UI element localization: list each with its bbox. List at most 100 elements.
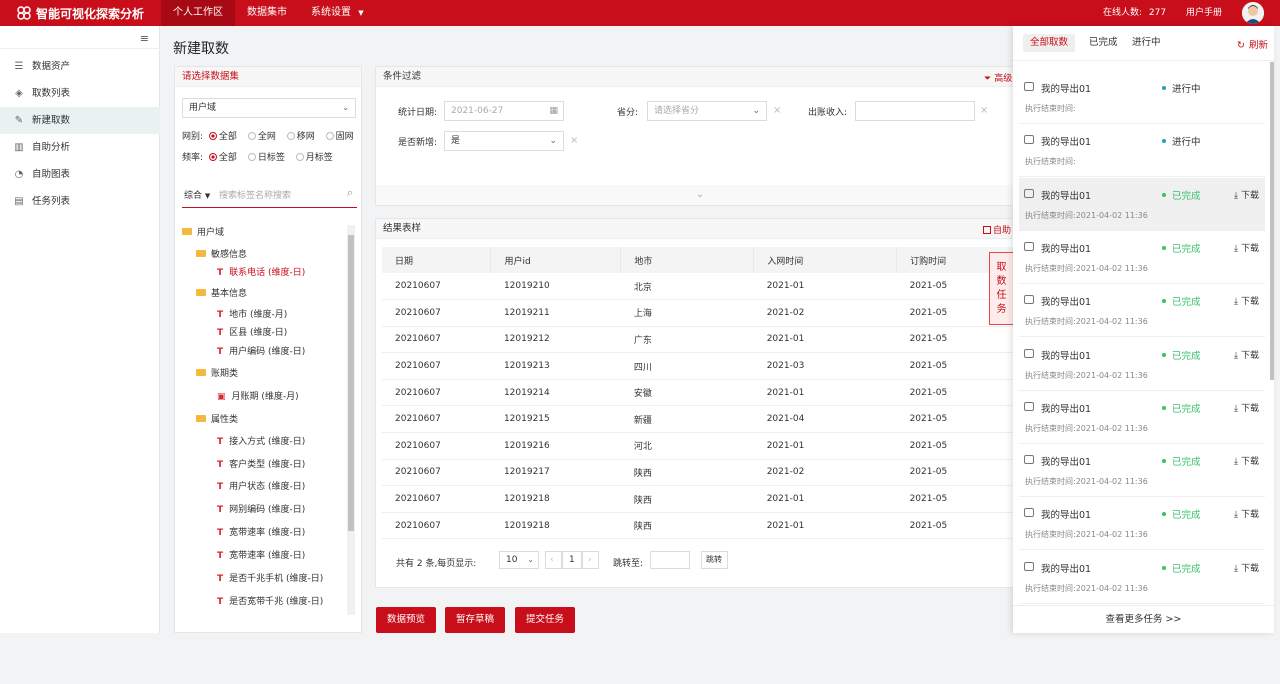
clear-new-icon[interactable]: × [570, 135, 578, 146]
sidebar-item-self-analysis[interactable]: ▥ 自助分析 [0, 134, 160, 161]
task-item[interactable]: 我的导出01 进行中 执行结束时间: [1019, 124, 1265, 178]
folder-icon [196, 369, 206, 376]
fetch-task-side-tab[interactable]: 取数任务 [989, 252, 1013, 325]
task-item[interactable]: 我的导出01 已完成 ⤓ 下载 执行结束时间:2021-04-02 11:36 [1019, 177, 1265, 231]
task-end-time: 执行结束时间:2021-04-02 11:36 [1025, 583, 1148, 594]
tree-root[interactable]: 用户域 [182, 225, 224, 238]
refresh-button[interactable]: ↻ 刷新 [1237, 37, 1268, 51]
net-option-whole[interactable]: 全网 [247, 132, 276, 142]
app-logo[interactable]: 智能可视化探索分析 [16, 4, 144, 22]
sidebar-item-self-charts[interactable]: ◔ 自助图表 [0, 161, 160, 188]
task-item[interactable]: 我的导出01 已完成 ⤓ 下载 执行结束时间:2021-04-02 11:36 [1019, 231, 1265, 284]
download-button[interactable]: ⤓ 下载 [1234, 241, 1259, 254]
net-option-all[interactable]: 全部 [208, 132, 237, 142]
tab-in-progress[interactable]: 进行中 [1125, 34, 1168, 52]
income-input[interactable] [855, 101, 975, 121]
download-button[interactable]: ⤓ 下载 [1234, 188, 1259, 201]
task-item[interactable]: 我的导出01 已完成 ⤓ 下载 执行结束时间:2021-04-02 11:36 [1019, 444, 1265, 498]
net-option-mobile[interactable]: 移网 [286, 132, 315, 142]
download-button[interactable]: ⤓ 下载 [1234, 294, 1259, 307]
scrollbar-thumb[interactable] [348, 235, 354, 531]
tree-leaf[interactable]: T 联系电话 (维度-日) [217, 265, 305, 278]
net-option-fixed[interactable]: 固网 [325, 132, 354, 142]
tree-leaf[interactable]: T 用户编码 (维度-日) [217, 344, 305, 357]
save-draft-button[interactable]: 暂存草稿 [445, 607, 506, 633]
task-item[interactable]: 我的导出01 已完成 ⤓ 下载 执行结束时间:2021-04-02 11:36 [1019, 497, 1265, 551]
task-status-label: 已完成 [1172, 190, 1201, 202]
tab-all-fetch[interactable]: 全部取数 [1023, 34, 1076, 52]
freq-option-day[interactable]: 日标签 [247, 153, 285, 163]
nav-data-market[interactable]: 数据集市 [235, 0, 299, 26]
sidebar-item-fetch-list[interactable]: ◈ 取数列表 [0, 80, 160, 107]
clear-income-icon[interactable]: × [980, 105, 988, 116]
tree-leaf[interactable]: T 网别编码 (维度-日) [217, 502, 305, 515]
menu-collapse-icon[interactable]: ≡ [140, 32, 149, 45]
task-item[interactable]: 我的导出01 已完成 ⤓ 下载 执行结束时间:2021-04-02 11:36 [1019, 391, 1265, 444]
tree-leaf[interactable]: T 是否宽带千兆 (维度-日) [217, 594, 323, 607]
sidebar-item-new-fetch[interactable]: ✎ 新建取数 [0, 107, 160, 134]
table-cell: 12019216 [490, 432, 621, 460]
page-size-select[interactable]: 10 ⌄ [499, 551, 539, 569]
prev-page-button[interactable]: ‹ [545, 551, 562, 569]
sidebar-item-data-assets[interactable]: ☰ 数据资产 [0, 53, 160, 80]
avatar[interactable] [1242, 2, 1264, 24]
tree-leaf[interactable]: T 宽带速率 (维度-日) [217, 525, 305, 538]
nav-system-settings[interactable]: 系统设置 ▼ [299, 0, 376, 26]
next-page-button[interactable]: › [582, 551, 599, 569]
tree-group[interactable]: 账期类 [196, 366, 238, 379]
user-manual-link[interactable]: 用户手册 [1186, 0, 1222, 26]
task-list-scrollbar[interactable] [1270, 62, 1274, 604]
download-button[interactable]: ⤓ 下载 [1234, 401, 1259, 414]
column-header[interactable]: 用户id [490, 247, 622, 273]
submit-task-button[interactable]: 提交任务 [515, 607, 576, 633]
tree-leaf[interactable]: ▣ 月账期 (维度-月) [217, 389, 299, 402]
tree-leaf[interactable]: T 接入方式 (维度-日) [217, 434, 305, 447]
tree-leaf[interactable]: T 地市 (维度-月) [217, 307, 287, 320]
tree-leaf[interactable]: T 客户类型 (维度-日) [217, 457, 305, 470]
nav-personal-workspace[interactable]: 个人工作区 [161, 0, 235, 26]
task-item[interactable]: 我的导出01 已完成 ⤓ 下载 执行结束时间:2021-04-02 11:36 [1019, 551, 1265, 604]
download-button[interactable]: ⤓ 下载 [1234, 454, 1259, 467]
search-input[interactable]: 搜索标签名称搜索 [219, 188, 291, 201]
scrollbar-thumb[interactable] [1270, 62, 1274, 380]
column-header[interactable]: 日期 [382, 247, 492, 273]
clear-province-icon[interactable]: × [773, 105, 781, 116]
tree-leaf[interactable]: T 是否千兆手机 (维度-日) [217, 571, 323, 584]
date-input[interactable]: 2021-06-27 ▦ [444, 101, 564, 121]
freq-option-month[interactable]: 月标签 [295, 153, 333, 163]
task-item[interactable]: 我的导出01 已完成 ⤓ 下载 执行结束时间:2021-04-02 11:36 [1019, 338, 1265, 391]
expand-filter-toggle[interactable]: ⌄ [376, 185, 1024, 205]
nav-system-settings-label: 系统设置 [311, 7, 351, 18]
search-scope-dropdown[interactable]: 综合 ▼ [184, 188, 210, 201]
preview-data-button[interactable]: 数据预览 [376, 607, 437, 633]
download-button[interactable]: ⤓ 下载 [1234, 348, 1259, 361]
task-item[interactable]: 我的导出01 已完成 ⤓ 下载 执行结束时间:2021-04-02 11:36 [1019, 284, 1265, 338]
tree-group[interactable]: 基本信息 [196, 286, 247, 299]
task-status: 进行中 [1162, 81, 1201, 95]
tree-leaf[interactable]: T 用户状态 (维度-日) [217, 479, 305, 492]
jump-page-input[interactable] [650, 551, 690, 569]
task-item[interactable]: 我的导出01 进行中 执行结束时间: [1019, 71, 1265, 124]
jump-button[interactable]: 跳转 [701, 551, 728, 569]
tree-group[interactable]: 敏感信息 [196, 247, 247, 260]
sidebar-item-task-list[interactable]: ▤ 任务列表 [0, 188, 160, 215]
download-button[interactable]: ⤓ 下载 [1234, 561, 1259, 574]
new-select[interactable]: 是 ⌄ [444, 131, 564, 151]
search-icon[interactable]: ⌕ [347, 186, 353, 200]
dataset-select[interactable]: 用户域 ⌄ [182, 98, 356, 118]
table-cell: 12019212 [490, 326, 621, 354]
column-header[interactable]: 地市 [620, 247, 755, 273]
freq-option-all[interactable]: 全部 [208, 153, 237, 163]
tree-leaf[interactable]: T 宽带速率 (维度-日) [217, 548, 305, 561]
province-select[interactable]: 请选择省分 ⌄ [647, 101, 767, 121]
tree-leaf[interactable]: T 区县 (维度-日) [217, 325, 287, 338]
tree-group[interactable]: 属性类 [196, 412, 238, 425]
tree-scrollbar[interactable] [347, 225, 355, 615]
column-header[interactable]: 入网时间 [753, 247, 898, 273]
current-page[interactable]: 1 [562, 551, 582, 569]
view-more-tasks-link[interactable]: 查看更多任务 >> [1013, 605, 1274, 633]
download-button[interactable]: ⤓ 下载 [1234, 507, 1259, 520]
advanced-filter-button[interactable]: ⏷ 高级 [984, 71, 1012, 84]
tab-completed[interactable]: 已完成 [1082, 34, 1125, 52]
auto-checkbox[interactable]: 自助 [983, 223, 1011, 236]
